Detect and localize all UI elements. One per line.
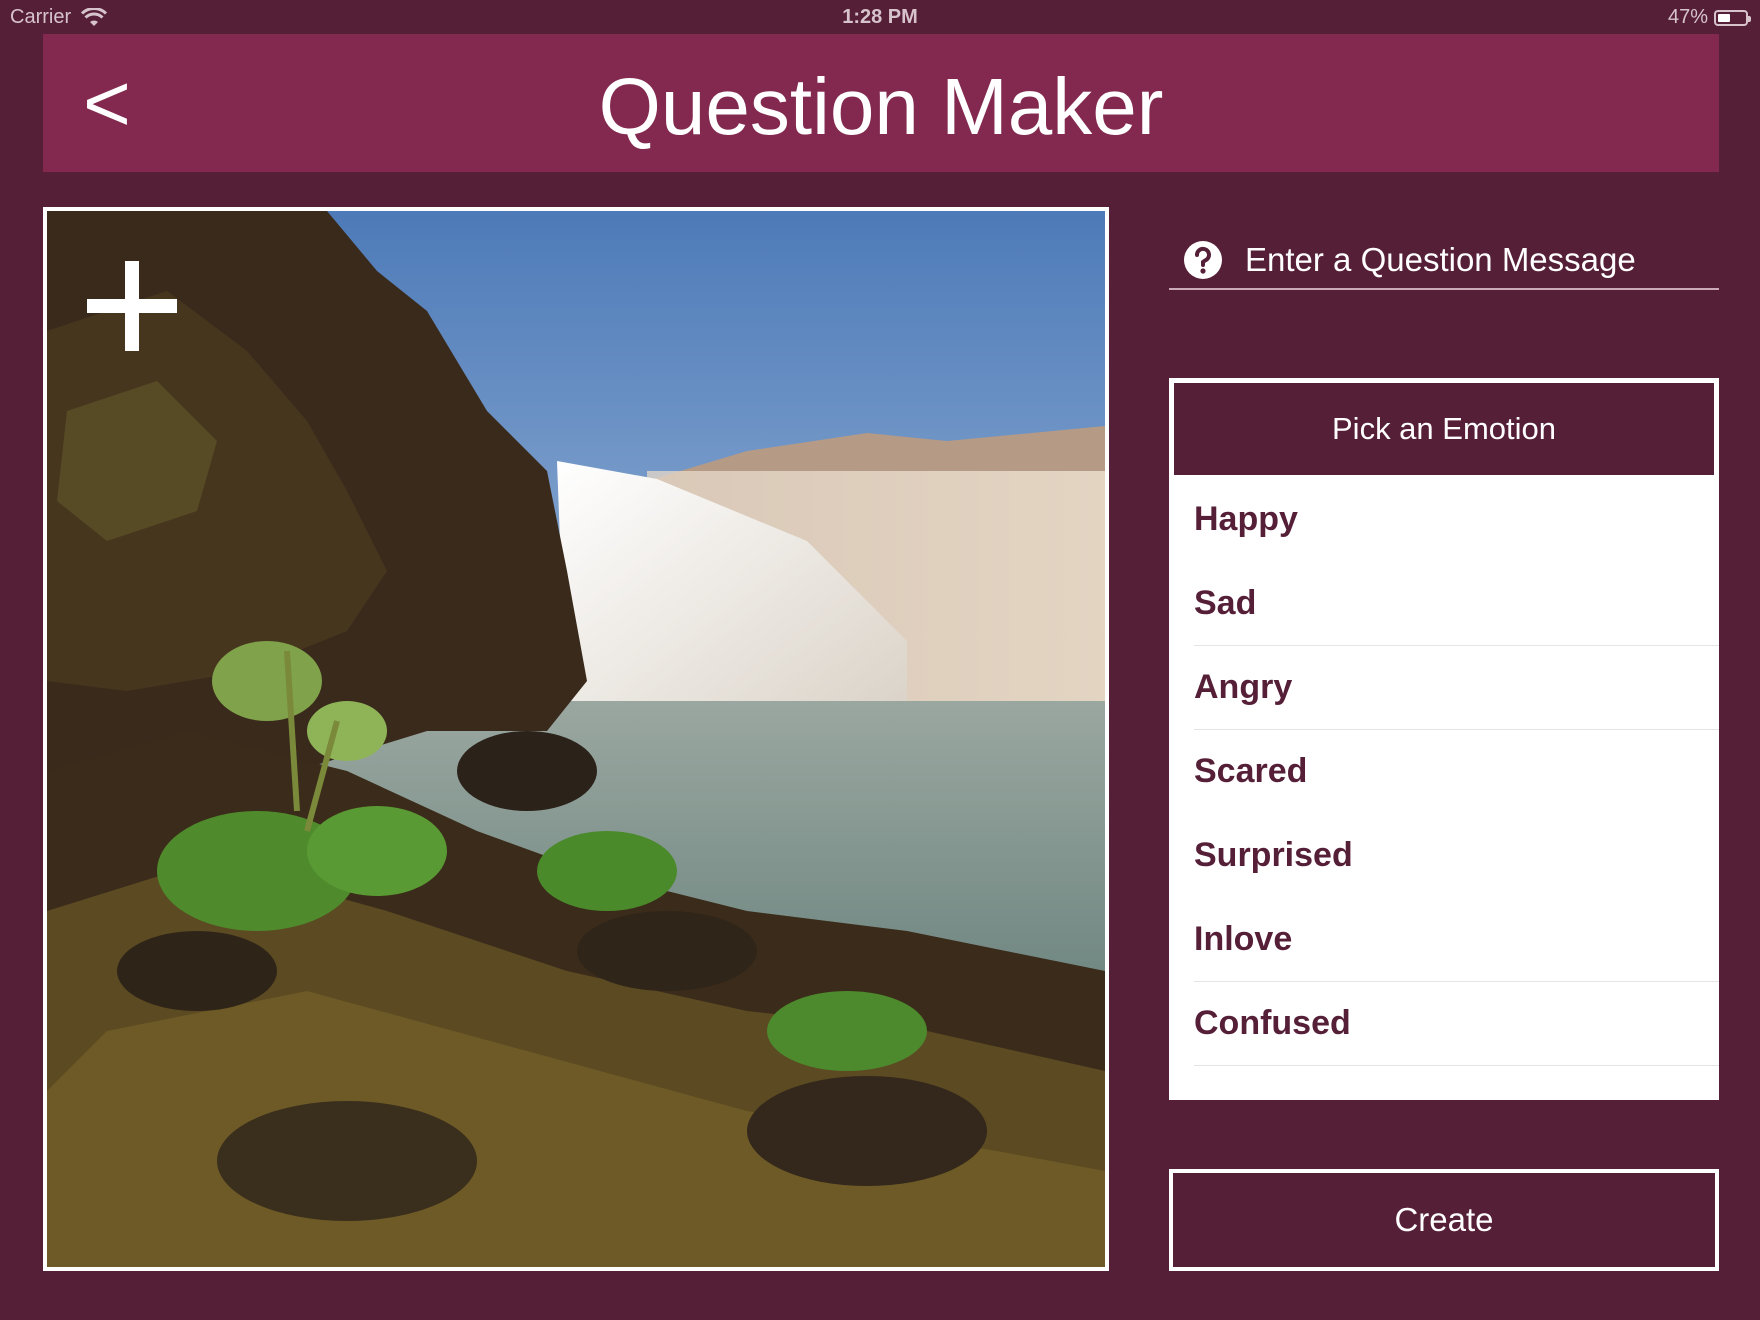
emotion-option-happy[interactable]: Happy: [1169, 478, 1719, 562]
emotion-option-angry[interactable]: Angry: [1169, 646, 1719, 730]
battery-icon: [1714, 9, 1751, 26]
question-input[interactable]: [1245, 241, 1705, 279]
emotion-option-confused[interactable]: Confused: [1169, 982, 1719, 1066]
image-panel[interactable]: [43, 207, 1109, 1271]
status-bar: Carrier 1:28 PM 47%: [0, 0, 1760, 34]
emotion-label: Surprised: [1194, 836, 1353, 874]
emotion-option-scared[interactable]: Scared: [1169, 730, 1719, 814]
landscape-photo: [47, 211, 1105, 1267]
header-bar: < Question Maker: [43, 34, 1719, 172]
emotion-label: Scared: [1194, 752, 1308, 790]
emotion-label: Sad: [1194, 584, 1257, 622]
emotion-option-surprised[interactable]: Surprised: [1169, 814, 1719, 898]
emotion-option-sad[interactable]: Sad: [1169, 562, 1719, 646]
status-time: 1:28 PM: [842, 6, 918, 28]
emotion-list: Happy Sad Angry Scared Surprised Inlove …: [1169, 478, 1719, 1066]
picker-title: Pick an Emotion: [1174, 383, 1714, 475]
battery-percent: 47%: [1667, 6, 1708, 28]
emotion-label: Inlove: [1194, 920, 1293, 958]
emotion-option-inlove[interactable]: Inlove: [1169, 898, 1719, 982]
status-right: 47%: [1667, 6, 1751, 29]
emotion-label: Confused: [1194, 1004, 1351, 1042]
page-title: Question Maker: [598, 62, 1164, 151]
battery-level: [1718, 13, 1730, 22]
emotion-label: Happy: [1194, 500, 1298, 538]
emotion-picker: Pick an Emotion Happy Sad Angry Scared S…: [1169, 378, 1719, 1100]
create-button[interactable]: Create: [1169, 1169, 1719, 1271]
question-field[interactable]: [1169, 232, 1719, 290]
help-circle-icon: [1184, 241, 1222, 279]
emotion-label: Angry: [1194, 668, 1293, 706]
plus-icon[interactable]: [87, 261, 177, 351]
